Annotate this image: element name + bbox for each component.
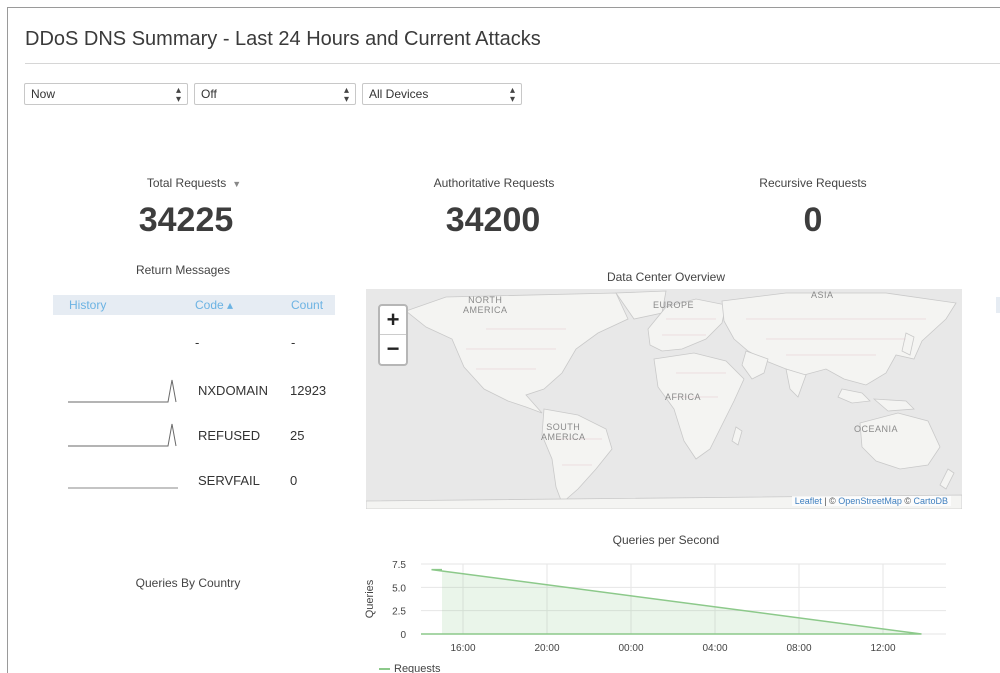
map-label-europe: EUROPE bbox=[653, 300, 695, 310]
attribution-separator: © bbox=[901, 496, 914, 506]
y-tick-label: 0 bbox=[400, 630, 406, 641]
map-label-oceania: OCEANIA bbox=[854, 424, 899, 434]
map-label-north-america: NORTH AMERICA bbox=[463, 295, 508, 315]
time-range-value: Now bbox=[31, 87, 56, 101]
panel-scroll-handle[interactable] bbox=[996, 297, 1000, 313]
device-value: All Devices bbox=[369, 87, 429, 101]
map-zoom-control: + − bbox=[378, 304, 408, 366]
time-range-select[interactable]: Now ▴ ▾ bbox=[24, 83, 188, 105]
chart-title: Queries per Second bbox=[612, 533, 720, 547]
code-cell: SERVFAIL bbox=[198, 473, 260, 488]
world-map-land bbox=[366, 290, 962, 509]
zoom-out-button[interactable]: − bbox=[380, 335, 406, 364]
queries-per-second-chart: 0 2.5 5.0 7.5 16:00 20:00 00:00 04:00 08:00 12:00… bbox=[364, 560, 946, 654]
count-cell: - bbox=[291, 335, 296, 350]
leaflet-link[interactable]: Leaflet bbox=[795, 496, 822, 506]
legend-label: Requests bbox=[394, 663, 441, 673]
recursive-requests-label: Recursive Requests bbox=[759, 176, 867, 190]
openstreetmap-link[interactable]: OpenStreetMap bbox=[838, 496, 902, 506]
count-cell: 12923 bbox=[290, 383, 327, 398]
code-column-header[interactable]: Code ▴ bbox=[195, 298, 233, 312]
code-cell: REFUSED bbox=[198, 428, 261, 443]
refresh-value: Off bbox=[201, 87, 217, 101]
x-tick-label: 20:00 bbox=[534, 643, 559, 654]
x-tick-label: 12:00 bbox=[870, 643, 895, 654]
y-tick-label: 2.5 bbox=[392, 607, 406, 618]
recursive-requests-value: 0 bbox=[803, 201, 823, 239]
return-messages-header: History Code ▴ Count bbox=[53, 295, 335, 315]
data-center-overview-title: Data Center Overview bbox=[606, 270, 726, 284]
device-select[interactable]: All Devices ▴ ▾ bbox=[362, 83, 522, 105]
map-label-south-america: SOUTH AMERICA bbox=[541, 422, 586, 442]
select-arrows-icon: ▴ ▾ bbox=[343, 85, 349, 105]
map-attribution: Leaflet | © OpenStreetMap © CartoDB bbox=[791, 496, 951, 506]
x-tick-label: 00:00 bbox=[618, 643, 643, 654]
page-title: DDoS DNS Summary - Last 24 Hours and Cur… bbox=[25, 28, 541, 50]
y-axis-label: Queries bbox=[364, 579, 376, 618]
total-requests-value: 34225 bbox=[138, 201, 234, 239]
world-map[interactable] bbox=[366, 289, 962, 509]
attribution-separator: | © bbox=[821, 496, 839, 506]
map-label-asia: ASIA bbox=[811, 290, 834, 300]
total-requests-label[interactable]: Total Requests ▼ bbox=[94, 176, 294, 190]
y-tick-label: 7.5 bbox=[392, 560, 406, 571]
count-cell: 25 bbox=[290, 428, 305, 443]
code-cell: - bbox=[195, 335, 200, 350]
legend-swatch bbox=[379, 668, 390, 671]
x-tick-label: 08:00 bbox=[786, 643, 811, 654]
select-arrows-icon: ▴ ▾ bbox=[175, 85, 181, 105]
return-messages-title: Return Messages bbox=[135, 263, 231, 277]
authoritative-requests-value: 34200 bbox=[445, 201, 541, 239]
zoom-in-button[interactable]: + bbox=[380, 306, 406, 335]
servfail-sparkline bbox=[68, 487, 178, 489]
code-cell: NXDOMAIN bbox=[198, 383, 269, 398]
dropdown-caret-icon: ▼ bbox=[232, 179, 242, 189]
select-arrows-icon: ▴ ▾ bbox=[509, 85, 515, 105]
refresh-select[interactable]: Off ▴ ▾ bbox=[194, 83, 356, 105]
nxdomain-sparkline bbox=[68, 379, 177, 403]
x-tick-label: 04:00 bbox=[702, 643, 727, 654]
refused-sparkline bbox=[68, 423, 177, 447]
history-column-header[interactable]: History bbox=[69, 298, 106, 312]
count-column-header[interactable]: Count bbox=[291, 298, 323, 312]
count-cell: 0 bbox=[290, 473, 298, 488]
map-label-africa: AFRICA bbox=[665, 392, 702, 402]
chart-legend[interactable]: Requests bbox=[379, 663, 440, 673]
y-tick-label: 5.0 bbox=[392, 583, 406, 594]
title-divider bbox=[25, 63, 1000, 64]
x-tick-label: 16:00 bbox=[450, 643, 475, 654]
queries-by-country-title: Queries By Country bbox=[135, 576, 241, 590]
authoritative-requests-label: Authoritative Requests bbox=[433, 176, 555, 190]
cartodb-link[interactable]: CartoDB bbox=[913, 496, 948, 506]
